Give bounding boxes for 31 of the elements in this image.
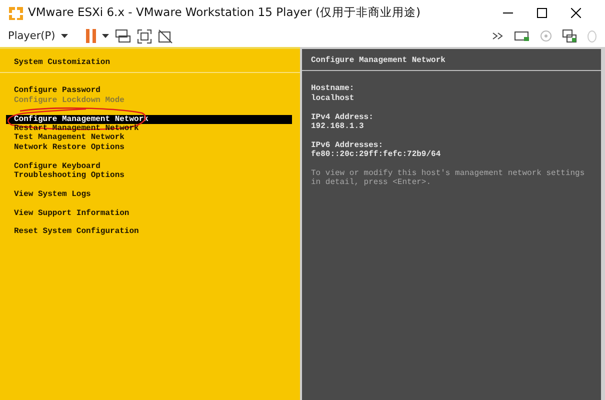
menu-item[interactable]: Troubleshooting Options	[6, 171, 292, 180]
menu-item[interactable]: View System Logs	[6, 190, 292, 200]
caret-icon[interactable]	[102, 34, 110, 38]
menu-item[interactable]: Configure Keyboard	[6, 162, 292, 172]
field-label: Hostname:	[311, 84, 356, 94]
menu-item[interactable]: Network Restore Options	[6, 142, 292, 152]
unity-icon[interactable]	[158, 28, 174, 44]
panel-title: Configure Management Network	[310, 56, 446, 66]
computer-icon[interactable]	[115, 28, 132, 44]
menu-item[interactable]: View Support Information	[6, 208, 292, 218]
caret-icon[interactable]	[61, 34, 68, 38]
field-value: fe80::20c:29ff:fefc:72b9/64	[311, 150, 442, 160]
help-text: To view or modify this host's management network settings in detail, press <Enter>.	[311, 169, 586, 188]
close-icon[interactable]	[571, 8, 581, 18]
player-menu[interactable]: Player(P)	[8, 30, 56, 42]
field-value: 192.168.1.3	[311, 122, 365, 132]
panel-title: System Customization	[13, 58, 112, 68]
field-label: IPv4 Address:	[311, 112, 374, 122]
maximize-icon[interactable]	[537, 8, 547, 18]
menu-item[interactable]: Reset System Configuration	[6, 227, 292, 237]
field-label: IPv6 Addresses:	[311, 140, 384, 150]
window-title: VMware ESXi 6.x - VMware Workstation 15 Player (仅用于非商业用途)	[28, 5, 420, 20]
double-chevron-icon[interactable]	[492, 32, 504, 40]
menu-item[interactable]: Test Management Network	[6, 133, 292, 143]
menu-item[interactable]: Configure Password	[6, 86, 292, 96]
pause-icon[interactable]	[86, 29, 96, 43]
fullscreen-icon[interactable]	[137, 28, 152, 44]
drive-icon[interactable]	[514, 30, 530, 42]
network-icon[interactable]	[562, 29, 577, 43]
field-value: localhost	[311, 94, 356, 104]
app-icon	[8, 4, 24, 20]
